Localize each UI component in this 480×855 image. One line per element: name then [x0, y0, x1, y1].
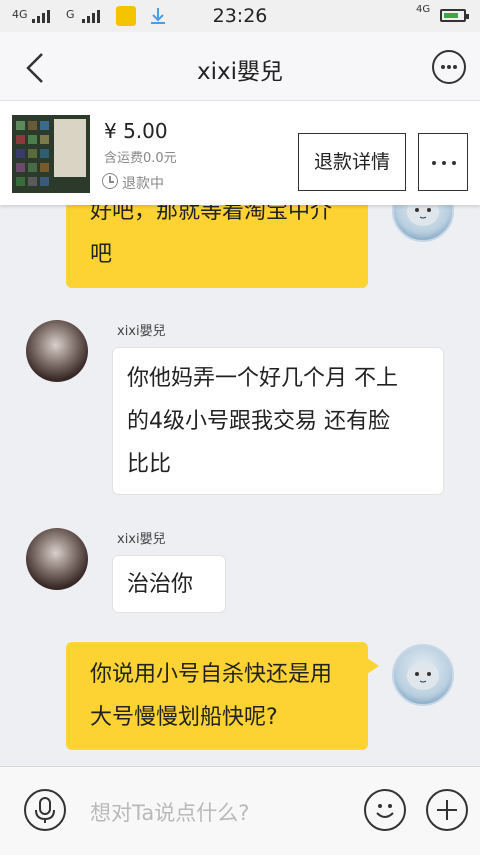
product-card[interactable]: ¥ 5.00 含运费0.0元 退款中 退款详情 — [0, 100, 480, 205]
network-label-3: 4G — [416, 4, 431, 15]
message-input-bar: 想对Ta说点什么? — [0, 766, 480, 855]
page-title: xixi嬰兒 — [196, 59, 283, 85]
my-avatar[interactable] — [392, 644, 454, 706]
product-price: ¥ 5.00 — [104, 119, 168, 143]
message-text: 好吧，那就等着淘宝中介 — [90, 204, 333, 224]
battery-icon — [440, 9, 469, 22]
shipping-info: 含运费0.0元 — [104, 151, 177, 166]
more-dots-icon — [432, 161, 436, 165]
contact-avatar[interactable] — [26, 528, 88, 590]
message-text: 比比 — [127, 452, 172, 477]
navigation-bar: xixi嬰兒 — [0, 32, 480, 100]
message-text: 你他妈弄一个好几个月 不上 — [127, 366, 398, 391]
more-dots-icon — [441, 65, 445, 69]
message-bubble-incoming[interactable]: 你他妈弄一个好几个月 不上 的4级小号跟我交易 还有脸 比比 — [112, 347, 444, 495]
chat-area[interactable]: 好吧，那就等着淘宝中介 吧 xixi嬰兒 你他妈弄一个好几个月 不上 的4级小号… — [0, 204, 480, 766]
more-options-button[interactable] — [432, 50, 466, 84]
my-avatar[interactable] — [392, 204, 454, 242]
clock-time: 23:26 — [212, 5, 268, 27]
sender-name: xixi嬰兒 — [117, 324, 166, 339]
bubble-tail — [367, 658, 379, 674]
product-thumbnail[interactable] — [12, 115, 90, 193]
smiley-icon — [376, 804, 394, 818]
message-input[interactable]: 想对Ta说点什么? — [90, 797, 249, 827]
microphone-icon — [35, 797, 55, 823]
message-text: 你说用小号自杀快还是用 — [90, 662, 333, 687]
message-bubble-outgoing[interactable]: 好吧，那就等着淘宝中介 吧 — [66, 204, 368, 288]
clock-icon — [102, 173, 118, 189]
add-button[interactable] — [426, 789, 468, 831]
contact-avatar[interactable] — [26, 320, 88, 382]
status-bar: 4G G 23:26 4G — [0, 0, 480, 32]
sender-name: xixi嬰兒 — [117, 532, 166, 547]
message-bubble-outgoing[interactable]: 你说用小号自杀快还是用 大号慢慢划船快呢? — [66, 642, 368, 750]
emoji-button[interactable] — [364, 789, 406, 831]
message-text: 吧 — [90, 242, 113, 267]
refund-status: 退款中 — [122, 176, 164, 192]
refund-details-button[interactable]: 退款详情 — [298, 133, 406, 191]
message-text: 大号慢慢划船快呢? — [90, 705, 278, 730]
message-bubble-incoming[interactable]: 治治你 — [112, 555, 226, 613]
message-text: 治治你 — [127, 572, 194, 597]
product-more-button[interactable] — [418, 133, 468, 191]
plus-icon — [437, 800, 457, 820]
voice-button[interactable] — [24, 789, 66, 831]
message-text: 的4级小号跟我交易 还有脸 — [127, 409, 390, 434]
